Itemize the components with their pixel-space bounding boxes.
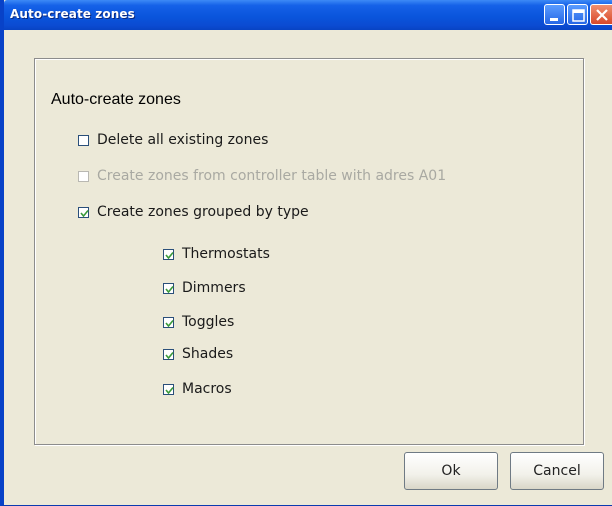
type-label: Shades bbox=[182, 346, 234, 362]
close-button[interactable] bbox=[590, 4, 612, 25]
dialog-window: Auto-create zones bbox=[0, 0, 612, 506]
window-title: Auto-create zones bbox=[10, 7, 135, 21]
dimmers-checkbox[interactable]: Dimmers bbox=[163, 280, 246, 296]
option-label: Create zones grouped by type bbox=[97, 204, 309, 220]
checkmark-icon bbox=[80, 209, 89, 217]
checkbox-box[interactable] bbox=[163, 383, 174, 395]
option-label: Delete all existing zones bbox=[97, 132, 269, 148]
checkbox-box[interactable] bbox=[163, 316, 174, 328]
checkmark-icon bbox=[165, 386, 174, 394]
close-icon bbox=[596, 9, 608, 21]
minimize-icon bbox=[550, 18, 558, 21]
checkbox-box[interactable] bbox=[78, 206, 89, 218]
toggles-checkbox[interactable]: Toggles bbox=[163, 314, 234, 330]
checkbox-box[interactable] bbox=[163, 248, 174, 260]
checkbox-box[interactable] bbox=[78, 170, 89, 182]
type-label: Macros bbox=[182, 381, 232, 397]
group-heading: Auto-create zones bbox=[51, 91, 181, 108]
maximize-button[interactable] bbox=[567, 4, 588, 25]
checkmark-icon bbox=[165, 251, 174, 259]
checkmark-icon bbox=[165, 285, 174, 293]
checkbox-box[interactable] bbox=[163, 348, 174, 360]
title-bar[interactable]: Auto-create zones bbox=[4, 0, 612, 30]
thermostats-checkbox[interactable]: Thermostats bbox=[163, 246, 270, 262]
shades-checkbox[interactable]: Shades bbox=[163, 346, 233, 362]
cancel-button[interactable]: Cancel bbox=[510, 452, 604, 490]
checkbox-box[interactable] bbox=[163, 282, 174, 294]
create-grouped-by-type-checkbox[interactable]: Create zones grouped by type bbox=[78, 204, 309, 220]
maximize-icon bbox=[572, 9, 585, 22]
checkmark-icon bbox=[165, 351, 174, 359]
type-label: Thermostats bbox=[182, 246, 270, 262]
delete-existing-zones-checkbox[interactable]: Delete all existing zones bbox=[78, 132, 268, 148]
minimize-button[interactable] bbox=[544, 4, 565, 25]
checkmark-icon bbox=[165, 319, 174, 327]
type-label: Dimmers bbox=[182, 280, 246, 296]
checkbox-box[interactable] bbox=[78, 134, 89, 146]
type-label: Toggles bbox=[182, 314, 235, 330]
macros-checkbox[interactable]: Macros bbox=[163, 381, 232, 397]
option-label: Create zones from controller table with … bbox=[97, 168, 447, 184]
ok-button[interactable]: Ok bbox=[404, 452, 498, 490]
create-from-controller-table-checkbox[interactable]: Create zones from controller table with … bbox=[78, 168, 446, 184]
options-group bbox=[34, 58, 584, 445]
